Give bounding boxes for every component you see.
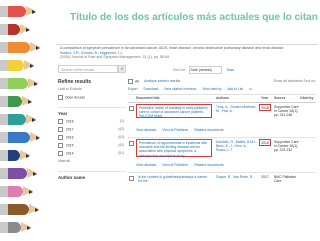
reference-journal: (2006) Journal of Pain and Symptom Manag… bbox=[60, 55, 171, 60]
checkbox[interactable] bbox=[58, 151, 63, 156]
sort-select[interactable]: Date (newest) bbox=[188, 66, 222, 74]
reference-block: A comparison of symptom prevalence in fa… bbox=[60, 46, 315, 60]
row-source: BMC Palliative Care bbox=[274, 175, 297, 184]
actions-bar: Export Download View citation overview V… bbox=[128, 87, 316, 95]
pencil-purple-icon bbox=[0, 168, 37, 179]
view-all-link[interactable]: View all bbox=[58, 159, 126, 163]
row-links: View abstract View at Publisher Related … bbox=[136, 128, 229, 132]
pencil-red-icon bbox=[0, 6, 36, 17]
document-title-link[interactable]: Prevalence of hyponatremia in inpatients… bbox=[136, 139, 212, 158]
cited-by-button[interactable]: View cited by bbox=[202, 87, 221, 91]
checkbox[interactable] bbox=[58, 135, 63, 140]
year-filter-row[interactable]: 2018 (2) bbox=[58, 119, 126, 124]
row-checkbox[interactable] bbox=[129, 106, 134, 111]
view-abstract-link[interactable]: View abstract bbox=[136, 128, 156, 132]
pencil-orange-icon bbox=[0, 42, 40, 53]
checkbox[interactable] bbox=[58, 119, 63, 124]
more-actions-icon[interactable]: ••• bbox=[249, 87, 252, 91]
search-button[interactable]: ⌕ bbox=[118, 65, 126, 73]
col-source[interactable]: Source bbox=[274, 96, 286, 100]
row-source: Supportive Care in Cancer 26(1), pp. 241… bbox=[274, 105, 299, 118]
row-links: View abstract View at Publisher Related … bbox=[136, 163, 229, 167]
sort-label: Sort on: bbox=[173, 67, 186, 72]
col-year[interactable]: Year bbox=[261, 96, 268, 100]
refine-panel: Refine results Limit to Exclude Open Acc… bbox=[58, 79, 126, 180]
pencil-darkblue-icon bbox=[0, 150, 30, 161]
row-checkbox[interactable] bbox=[129, 176, 134, 181]
sort-control: Sort on: Date (newest) Date bbox=[173, 66, 234, 74]
view-publisher-link[interactable]: View at Publisher bbox=[162, 128, 188, 132]
year-section-title[interactable]: Year bbox=[58, 107, 126, 116]
column-headers: Document title Authors Year Source Cited… bbox=[128, 95, 316, 103]
row-year: 2018 bbox=[259, 139, 271, 146]
results-toolbar: All Analyze search results Show all abst… bbox=[128, 79, 316, 87]
pencil-pink-icon bbox=[0, 186, 33, 197]
select-all-label: All bbox=[135, 79, 139, 84]
reference-title: A comparison of symptom prevalence in fa… bbox=[60, 46, 285, 50]
year-filter-row[interactable]: 2016 (62) bbox=[58, 135, 126, 140]
col-cited[interactable]: Cited by bbox=[300, 96, 313, 100]
search-row: Search within results... ⌕ Sort on: Date… bbox=[58, 65, 313, 75]
row-checkbox[interactable] bbox=[129, 141, 134, 146]
show-abstracts[interactable]: Show all abstracts Sort on: bbox=[273, 79, 316, 83]
citation-overview-button[interactable]: View citation overview bbox=[164, 87, 196, 91]
checkbox[interactable] bbox=[58, 95, 63, 100]
row-year: 2017 bbox=[261, 175, 269, 179]
select-all-checkbox[interactable] bbox=[128, 79, 133, 84]
table-row: Is the content of guidelines/pathways a … bbox=[128, 173, 316, 193]
year-filter-row[interactable]: 2015 (42) bbox=[58, 143, 126, 148]
download-button[interactable]: Download bbox=[143, 87, 158, 91]
refine-subtitle: Limit to Exclude bbox=[58, 87, 82, 91]
table-row: Prevalence of hyponatremia in inpatients… bbox=[128, 138, 316, 173]
col-authors[interactable]: Authors bbox=[216, 96, 229, 100]
checkbox[interactable] bbox=[58, 127, 63, 132]
pencil-gray-icon bbox=[0, 222, 31, 233]
search-input[interactable]: Search within results... bbox=[58, 65, 118, 73]
pencil-yellow-icon bbox=[0, 60, 34, 71]
pencil-teal-icon bbox=[0, 114, 36, 125]
results-panel: All Analyze search results Show all abst… bbox=[128, 79, 316, 193]
checkbox[interactable] bbox=[58, 143, 63, 148]
year-filter-row[interactable]: 2017 (42) bbox=[58, 127, 126, 132]
export-button[interactable]: Export bbox=[128, 87, 138, 91]
row-source: Supportive Care in Cancer 26(1), pp. 223… bbox=[274, 140, 299, 153]
row-authors[interactable]: Duque, R., Van Rede, R., bbox=[216, 175, 258, 179]
pencil-green-icon bbox=[0, 96, 32, 107]
pencils-decoration bbox=[0, 0, 46, 240]
refine-title: Refine results bbox=[58, 79, 92, 85]
document-title-link[interactable]: Is the content of guidelines/pathways a … bbox=[136, 174, 212, 188]
pencil-brown-icon bbox=[0, 204, 39, 215]
row-authors[interactable]: Kacimlis, R., Batles, B.M.L., Benz, E., … bbox=[216, 140, 258, 153]
view-abstract-link[interactable]: View abstract bbox=[136, 163, 156, 167]
table-row: Predictive model of mortality in early p… bbox=[128, 103, 316, 138]
document-title-link[interactable]: Predictive model of mortality in early p… bbox=[136, 104, 212, 118]
slide-title: Título de los dos artículos más actuales… bbox=[70, 12, 320, 23]
limit-open-access[interactable]: Open Access bbox=[58, 95, 126, 100]
row-year: 2018 bbox=[259, 104, 271, 111]
add-to-list-button[interactable]: Add to List bbox=[227, 87, 243, 91]
related-documents-link[interactable]: Related documents bbox=[194, 128, 223, 132]
date-link[interactable]: Date bbox=[227, 68, 235, 72]
scopus-screenshot: A comparison of symptom prevalence in fa… bbox=[56, 44, 318, 241]
search-icon: ⌕ bbox=[120, 66, 124, 72]
analyze-link[interactable]: Analyze search results bbox=[144, 79, 180, 83]
author-section-title[interactable]: Author name bbox=[58, 171, 126, 180]
pencil-lightgreen-icon bbox=[0, 78, 38, 89]
row-authors[interactable]: Tuca, A., Gómez-Martínez, M., Prat, A. bbox=[216, 105, 258, 113]
view-publisher-link[interactable]: View at Publisher bbox=[162, 163, 188, 167]
year-filter-row[interactable]: 2014 (51) bbox=[58, 151, 126, 156]
pencil-blue-icon bbox=[0, 132, 40, 143]
pencil-darkred-icon bbox=[0, 24, 30, 35]
related-documents-link[interactable]: Related documents bbox=[194, 163, 223, 167]
col-document[interactable]: Document title bbox=[136, 96, 160, 100]
